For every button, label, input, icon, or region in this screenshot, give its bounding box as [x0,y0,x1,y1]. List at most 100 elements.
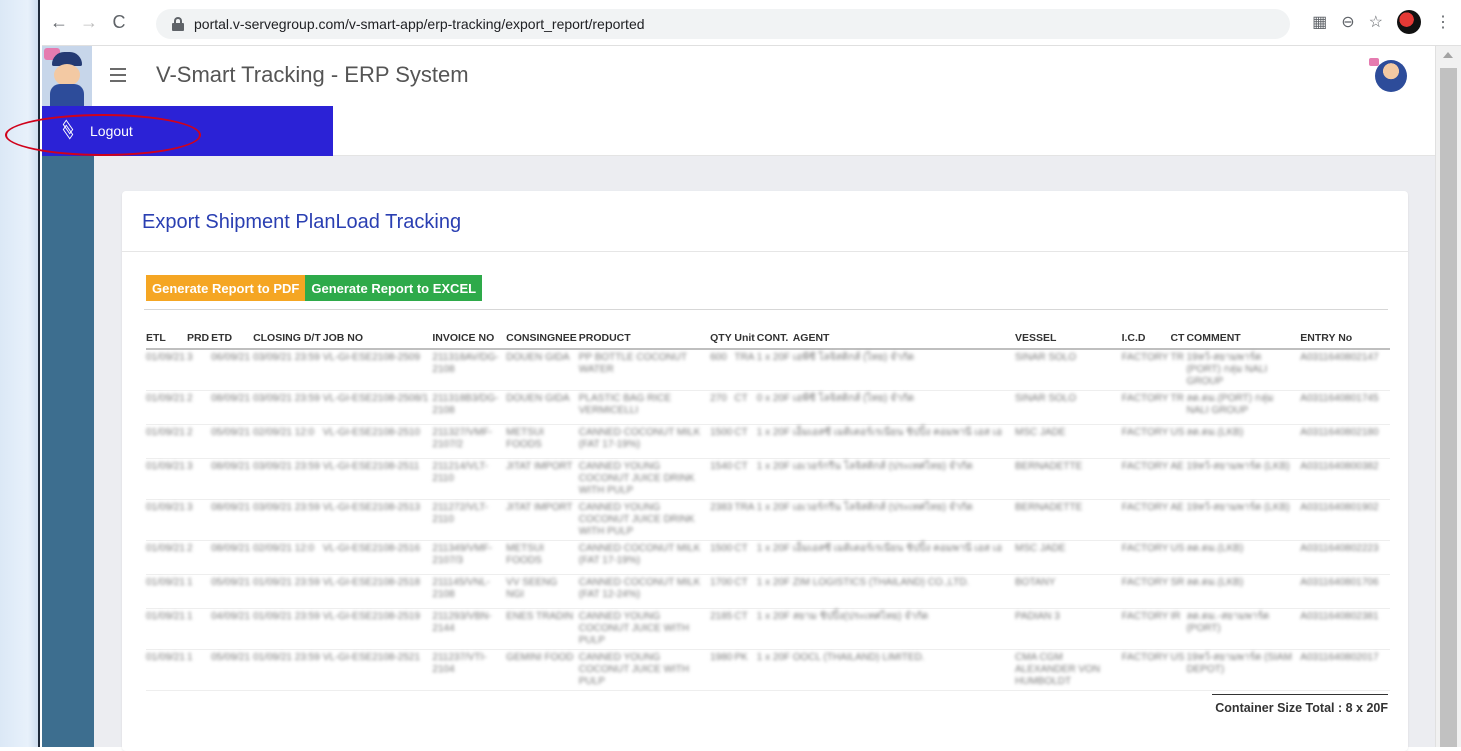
table-body: 01/09/21 3 06/09/21 03/09/21 23:59 VL-GI-ESE… [146,349,1390,691]
table-cell: FACTORY [1121,458,1171,500]
table-cell: 01/09/21 [146,540,187,575]
table-cell: BERNADETTE [1015,458,1122,500]
back-arrow-icon[interactable]: ← [46,10,72,36]
top-nav-strip [333,106,1435,156]
url-text[interactable]: portal.v-servegroup.com/v-smart-app/erp-… [194,16,645,32]
table-cell: MSC JADE [1015,424,1122,459]
table-header-row: ETL PRD ETD CLOSING D/T JOB NO INVOICE NO CONS… [146,329,1390,350]
table-cell: CANNED COCONUT MILK (FAT 12-24%) [578,574,711,609]
table-cell: เอพีซี โลจิสติกส์ (ไทย) จำกัด [792,390,1016,425]
table-cell: 211145/VNL-2108 [432,574,507,609]
table-cell: 1980 [710,649,735,691]
table-cell: FACTORY [1121,499,1171,541]
table-cell: FACTORY [1121,540,1171,575]
app-title: V-Smart Tracking - ERP System [156,62,469,87]
column-header: ETD [211,329,254,350]
bookmark-star-icon[interactable]: ☆ [1369,12,1383,32]
table-row: 01/09/21 3 08/09/21 03/09/21 23:59 VL-GI-ESE… [146,458,1390,500]
table-cell: เอเวอร์กรีน โลจิสติกส์ (ประเทศไทย) จำกัด [792,458,1016,500]
table-cell: 08/09/21 [211,499,254,541]
address-bar[interactable]: portal.v-servegroup.com/v-smart-app/erp-… [156,9,1290,39]
table-cell: 08/09/21 [211,540,254,575]
table-cell: เอ็มเอสซี เมดิเตอร์เรเนียน ชิปปิ้ง คอมพา… [792,540,1016,575]
table-row: 01/09/21 2 08/09/21 03/09/21 23:59 VL-GI-ESE… [146,390,1390,425]
table-cell: 1 x 20F [756,649,793,691]
table-cell: 05/09/21 [211,424,254,459]
forward-arrow-icon[interactable]: → [76,10,102,36]
table-cell: 08/09/21 [211,390,254,425]
table-cell: 270 [710,390,735,425]
column-header: VESSEL [1015,329,1122,350]
scrollbar-thumb[interactable] [1440,68,1457,747]
table-cell: 01/09/21 23:59 [253,574,323,609]
table-cell: 1700 [710,574,735,609]
table-cell: 2185 [710,608,735,650]
qr-code-icon[interactable]: ▦ [1312,12,1327,32]
table-cell: ลด.ดม.-สยามพาร์ต (PORT) [1186,608,1301,650]
page-scrollbar[interactable] [1435,46,1461,747]
table-cell: ลด.ดม.(PORT) กลุ่ม NALI GROUP [1186,390,1301,425]
table-cell: 01/09/21 [146,649,187,691]
table-cell: A0311640802381 [1300,608,1390,650]
logout-menu-item[interactable]: Logout [42,106,333,156]
table-cell: 01/09/21 [146,349,187,391]
table-cell: 211214/VLT-2110 [432,458,507,500]
table-cell: 01/09/21 [146,390,187,425]
table-cell: 1 x 20F [756,608,793,650]
table-cell: 05/09/21 [211,574,254,609]
table-cell: 1500 [710,540,735,575]
table-cell: 03/09/21 23:59 [253,458,323,500]
column-header: CONSINGNEE [506,329,579,350]
scroll-up-arrow-icon[interactable] [1443,52,1453,58]
table-cell: PADIAN 3 [1015,608,1122,650]
table-cell: 19หว้-สยามพาร์ต (SIAM DEPOT) [1186,649,1301,691]
table-cell: 2 [186,424,212,459]
browser-toolbar: ← → C portal.v-servegroup.com/v-smart-ap… [42,0,1461,46]
profile-avatar-icon[interactable] [1397,10,1421,34]
table-cell: 211327/VMF-2107/2 [432,424,507,459]
generate-excel-button[interactable]: Generate Report to EXCEL [305,275,483,301]
user-avatar-icon[interactable] [1369,58,1407,92]
table-cell: CANNED YOUNG COCONUT JUICE DRINK WITH PU… [578,499,711,541]
table-cell: A0311640802017 [1300,649,1390,691]
table-cell: 03/09/21 23:59 [253,390,323,425]
mascot-logo-icon [42,46,92,106]
table-cell: 211293/VBN-2144 [432,608,507,650]
table-cell: A0311640802147 [1300,349,1390,391]
table-cell: TRA [734,349,757,391]
table-cell: 600 [710,349,735,391]
hamburger-menu-icon[interactable] [110,68,126,82]
table-cell: CMA CGM ALEXANDER VON HUMBOLDT [1015,649,1122,691]
table-cell: FACTORY [1121,390,1171,425]
table-row: 01/09/21 1 05/09/21 01/09/21 23:59 VL-GI-ESE… [146,574,1390,609]
reload-icon[interactable]: C [106,10,132,36]
report-buttons: Generate Report to PDF Generate Report t… [146,275,483,301]
table-cell: TRA [734,499,757,541]
browser-menu-icon[interactable]: ⋮ [1435,12,1451,32]
app-header: V-Smart Tracking - ERP System [42,46,1435,106]
table-cell: MSC JADE [1015,540,1122,575]
table-cell: FACTORY [1121,424,1171,459]
generate-pdf-button[interactable]: Generate Report to PDF [146,275,306,301]
table-cell: AE [1170,458,1187,500]
table-cell: SINAR SOLO [1015,349,1122,391]
table-cell: TR [1170,390,1187,425]
table-cell: 1500 [710,424,735,459]
table-cell: FACTORY [1121,574,1171,609]
table-cell: 03/09/21 23:59 [253,349,323,391]
table-cell: 1 [186,649,212,691]
table-cell: 19หว้-สยามพาร์ต (LKB) [1186,458,1301,500]
table-cell: 01/09/21 [146,574,187,609]
table-cell: JITAT IMPORT [506,499,579,541]
column-header: JOB NO [322,329,433,350]
table-row: 01/09/21 3 06/09/21 03/09/21 23:59 VL-GI-ESE… [146,349,1390,391]
table-cell: CANNED COCONUT MILK (FAT 17-19%) [578,540,711,575]
logout-label: Logout [90,123,133,139]
table-cell: TR [1170,349,1187,391]
zoom-icon[interactable]: ⊖ [1341,12,1354,32]
column-header: PRODUCT [578,329,711,350]
page-title: Export Shipment PlanLoad Tracking [142,211,462,233]
table-cell: VL-GI-ESE2108-2518 [322,574,433,609]
table-cell: 211349/VMF-2107/3 [432,540,507,575]
table-cell: A0311640801706 [1300,574,1390,609]
